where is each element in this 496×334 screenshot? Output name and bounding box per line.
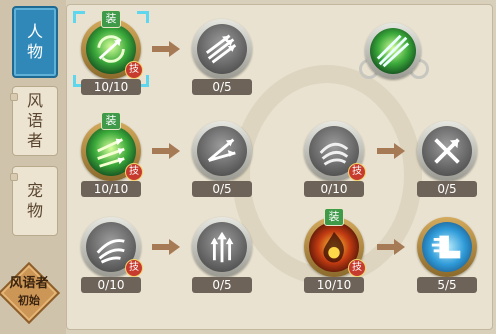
- upgrade-arrow-icon: [152, 41, 180, 57]
- triple-arrow-icon: [197, 24, 247, 74]
- tab-label-char: 语: [26, 111, 43, 130]
- skill-node-arrow-volley[interactable]: 装 技 10/10: [81, 112, 143, 201]
- tab-label-char: 宠: [26, 181, 43, 200]
- tab-pet[interactable]: 宠 物: [10, 166, 58, 236]
- skill-node-swift-boot[interactable]: 5/5: [417, 217, 477, 297]
- upgrade-arrow-icon: [377, 239, 405, 255]
- skill-badge: 技: [125, 61, 143, 79]
- skill-level: 0/10: [81, 277, 141, 293]
- skill-node-wind-arrow-spin[interactable]: 装 技 10/10: [73, 10, 149, 99]
- tab-label-char: 物: [26, 201, 43, 220]
- skill-level: 10/10: [81, 181, 141, 197]
- skill-level: 0/5: [192, 181, 252, 197]
- skill-node-wind-slash[interactable]: 技 0/10: [81, 217, 143, 297]
- tab-label-char: 风: [26, 91, 43, 110]
- skill-tree-panel: 装 技 10/10 0/5 装 技 10/10 0/5 技 0/10 0/5 技…: [66, 4, 493, 330]
- crossed-blades-icon: [422, 126, 472, 176]
- equipped-badge: 装: [101, 10, 121, 28]
- skill-badge: 技: [348, 163, 366, 181]
- skill-node-flame-burst[interactable]: 装 技 10/10: [304, 208, 366, 297]
- wind-slash-ultimate-icon: [370, 28, 416, 74]
- split-arrow-icon: [197, 126, 247, 176]
- ultimate-skill-node[interactable]: [359, 19, 429, 85]
- skill-node-cross-blade-upgrade[interactable]: 0/5: [417, 121, 477, 201]
- skill-badge: 技: [125, 163, 143, 181]
- class-badge[interactable]: 风语者 初始: [0, 261, 61, 325]
- skill-node-trident-upgrade[interactable]: 0/5: [192, 217, 252, 297]
- equipped-badge: 装: [101, 112, 121, 130]
- skill-badge: 技: [348, 259, 366, 277]
- skill-level: 0/5: [192, 277, 252, 293]
- category-sidebar: 人 物 风 语 者 宠 物 风语者 初始: [0, 0, 66, 334]
- winged-boot-icon: [422, 222, 472, 272]
- trident-icon: [197, 222, 247, 272]
- skill-level: 5/5: [417, 277, 477, 293]
- class-stage: 初始: [18, 294, 40, 307]
- tab-label-char: 物: [26, 42, 43, 61]
- skill-level: 10/10: [304, 277, 364, 293]
- skill-node-gale-burst[interactable]: 技 0/10: [304, 121, 366, 201]
- upgrade-arrow-icon: [377, 143, 405, 159]
- upgrade-arrow-icon: [152, 239, 180, 255]
- class-name: 风语者: [9, 276, 49, 291]
- tab-windcaller[interactable]: 风 语 者: [10, 86, 58, 156]
- equipped-badge: 装: [324, 208, 344, 226]
- skill-level: 10/10: [81, 79, 141, 95]
- skill-node-split-arrow-upgrade[interactable]: 0/5: [192, 121, 252, 201]
- skill-level: 0/10: [304, 181, 364, 197]
- tab-label-char: 人: [26, 22, 43, 41]
- skill-badge: 技: [125, 259, 143, 277]
- tab-label-char: 者: [26, 131, 43, 150]
- skill-node-triple-arrow-upgrade[interactable]: 0/5: [192, 19, 252, 99]
- tab-character[interactable]: 人 物: [12, 6, 58, 78]
- upgrade-arrow-icon: [152, 143, 180, 159]
- skill-level: 0/5: [417, 181, 477, 197]
- skill-level: 0/5: [192, 79, 252, 95]
